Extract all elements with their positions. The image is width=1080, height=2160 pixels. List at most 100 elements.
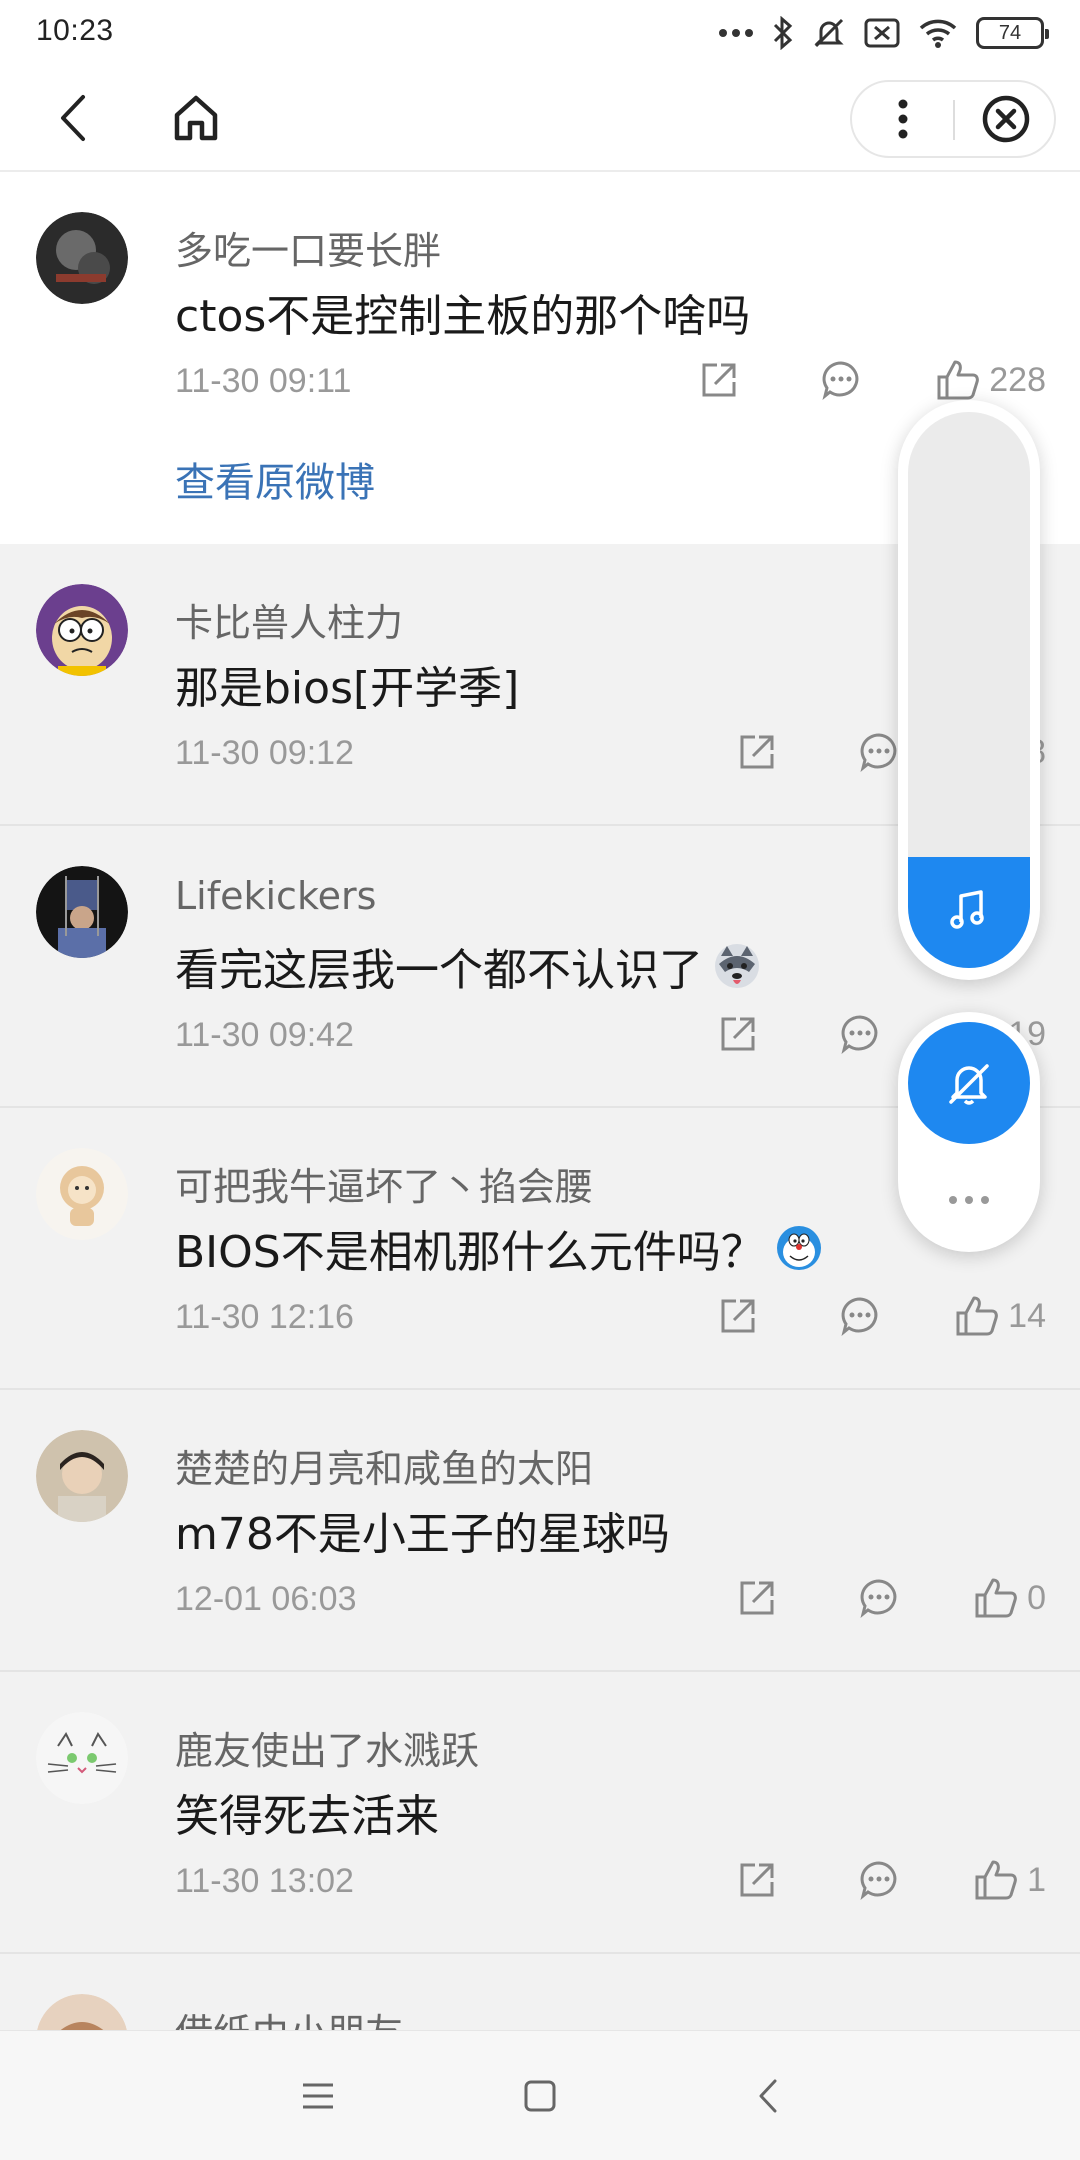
reply-button[interactable] bbox=[832, 1288, 888, 1344]
status-bar: 10:23 74 bbox=[0, 0, 1080, 66]
share-button[interactable] bbox=[729, 724, 785, 780]
menu-icon bbox=[303, 2083, 333, 2109]
battery-level: 74 bbox=[998, 21, 1022, 44]
status-icons: 74 bbox=[718, 14, 1049, 52]
home-icon bbox=[174, 95, 218, 141]
comment-icon bbox=[822, 361, 859, 400]
system-navigation-bar bbox=[0, 2030, 1080, 2160]
comment-icon bbox=[860, 733, 897, 772]
back-triangle-icon bbox=[759, 2079, 777, 2113]
comment-time: 11-30 09:42 bbox=[175, 1016, 354, 1054]
avatar[interactable] bbox=[36, 1994, 128, 2030]
comment-actions: 1 bbox=[729, 1852, 1046, 1908]
comment-text: 笑得死去活来 bbox=[175, 1780, 439, 1844]
comment-username[interactable]: 卡比兽人柱力 bbox=[175, 592, 403, 647]
back-icon bbox=[61, 95, 85, 141]
bell-off-icon bbox=[949, 1064, 989, 1105]
reply-button[interactable] bbox=[813, 352, 869, 408]
more-dots-icon[interactable] bbox=[898, 1180, 1040, 1220]
comment-text-content: BIOS不是相机那什么元件吗？ bbox=[175, 1227, 765, 1278]
avatar[interactable] bbox=[36, 1148, 128, 1240]
share-button[interactable] bbox=[729, 1570, 785, 1626]
recent-apps-button[interactable] bbox=[288, 2066, 348, 2126]
comment-text: 那是bios[开学季] bbox=[175, 652, 519, 716]
comment-time: 11-30 09:12 bbox=[175, 734, 354, 772]
comment-icon bbox=[841, 1015, 878, 1054]
share-icon bbox=[740, 1581, 774, 1615]
comment-actions: 0 bbox=[729, 1570, 1046, 1626]
comment-item: 鹿友使出了水溅跃 笑得死去活来 11-30 13:02 1 bbox=[0, 1672, 1080, 1954]
square-icon bbox=[524, 2080, 556, 2112]
comment-item: 借纸巾小朋友 bbox=[0, 1954, 1080, 2030]
reply-button[interactable] bbox=[832, 1006, 888, 1062]
volume-slider-track[interactable] bbox=[908, 412, 1030, 968]
comment-text: BIOS不是相机那什么元件吗？ bbox=[175, 1216, 823, 1280]
share-icon bbox=[740, 735, 774, 769]
music-volume-panel[interactable] bbox=[898, 400, 1040, 980]
mute-icon bbox=[814, 18, 844, 48]
like-button[interactable]: 1 bbox=[973, 1852, 1046, 1908]
comment-username[interactable]: 可把我牛逼坏了丶掐会腰 bbox=[175, 1156, 593, 1211]
share-button[interactable] bbox=[710, 1006, 766, 1062]
sim-off-icon bbox=[864, 18, 900, 48]
mute-notification-button[interactable] bbox=[908, 1022, 1030, 1144]
close-circle-icon bbox=[982, 95, 1030, 143]
comment-username[interactable]: 借纸巾小朋友 bbox=[175, 2002, 403, 2030]
status-time: 10:23 bbox=[36, 14, 114, 47]
music-note-icon bbox=[950, 890, 984, 929]
top-nav-bar bbox=[0, 66, 1080, 172]
like-button[interactable]: 0 bbox=[973, 1570, 1046, 1626]
share-icon bbox=[721, 1017, 755, 1051]
reply-button[interactable] bbox=[851, 1570, 907, 1626]
miniapp-capsule bbox=[850, 80, 1056, 158]
home-nav-button[interactable] bbox=[510, 2066, 570, 2126]
avatar[interactable] bbox=[36, 584, 128, 676]
thumbs-up-icon bbox=[956, 1296, 999, 1336]
battery-icon: 74 bbox=[976, 17, 1049, 49]
notification-panel bbox=[898, 1012, 1040, 1252]
home-button[interactable] bbox=[166, 88, 226, 148]
more-button[interactable] bbox=[852, 82, 954, 156]
reply-button[interactable] bbox=[851, 1852, 907, 1908]
back-button[interactable] bbox=[44, 88, 104, 148]
back-nav-button[interactable] bbox=[738, 2066, 798, 2126]
share-button[interactable] bbox=[710, 1288, 766, 1344]
comment-time: 12-01 06:03 bbox=[175, 1580, 357, 1618]
capsule-divider bbox=[953, 100, 955, 140]
comment-time: 11-30 12:16 bbox=[175, 1298, 354, 1336]
like-button[interactable]: 228 bbox=[935, 352, 1046, 408]
share-button[interactable] bbox=[691, 352, 747, 408]
close-button[interactable] bbox=[956, 82, 1056, 156]
avatar[interactable] bbox=[36, 1712, 128, 1804]
like-count: 228 bbox=[989, 360, 1046, 399]
comment-text-content: 那是bios[开学季] bbox=[175, 663, 520, 714]
share-icon bbox=[740, 1863, 774, 1897]
thumbs-up-icon bbox=[937, 360, 980, 400]
avatar[interactable] bbox=[36, 212, 128, 304]
thumbs-up-icon bbox=[975, 1578, 1017, 1618]
share-icon bbox=[702, 363, 736, 397]
comment-icon bbox=[860, 1579, 897, 1618]
like-button[interactable]: 14 bbox=[954, 1288, 1046, 1344]
like-count: 0 bbox=[1027, 1578, 1046, 1617]
share-button[interactable] bbox=[729, 1852, 785, 1908]
bluetooth-icon bbox=[773, 16, 793, 50]
comment-icon bbox=[841, 1297, 878, 1336]
comment-username[interactable]: 鹿友使出了水溅跃 bbox=[175, 1720, 479, 1775]
husky-emoji-icon bbox=[715, 944, 759, 988]
wifi-icon bbox=[919, 19, 957, 48]
comment-actions: 228 bbox=[691, 352, 1046, 408]
comment-username[interactable]: 楚楚的月亮和咸鱼的太阳 bbox=[175, 1438, 593, 1493]
dots-icon bbox=[719, 29, 753, 37]
thumbs-up-icon bbox=[975, 1860, 1017, 1900]
comment-username[interactable]: 多吃一口要长胖 bbox=[175, 220, 441, 275]
avatar[interactable] bbox=[36, 866, 128, 958]
comment-username[interactable]: Lifekickers bbox=[175, 874, 376, 918]
comment-text: m78不是小王子的星球吗 bbox=[175, 1498, 670, 1562]
comment-time: 11-30 09:11 bbox=[175, 362, 352, 400]
avatar[interactable] bbox=[36, 1430, 128, 1522]
music-button[interactable] bbox=[908, 870, 1030, 950]
view-original-post-link[interactable]: 查看原微博 bbox=[175, 450, 375, 508]
share-icon bbox=[721, 1299, 755, 1333]
comment-actions: 14 bbox=[710, 1288, 1046, 1344]
